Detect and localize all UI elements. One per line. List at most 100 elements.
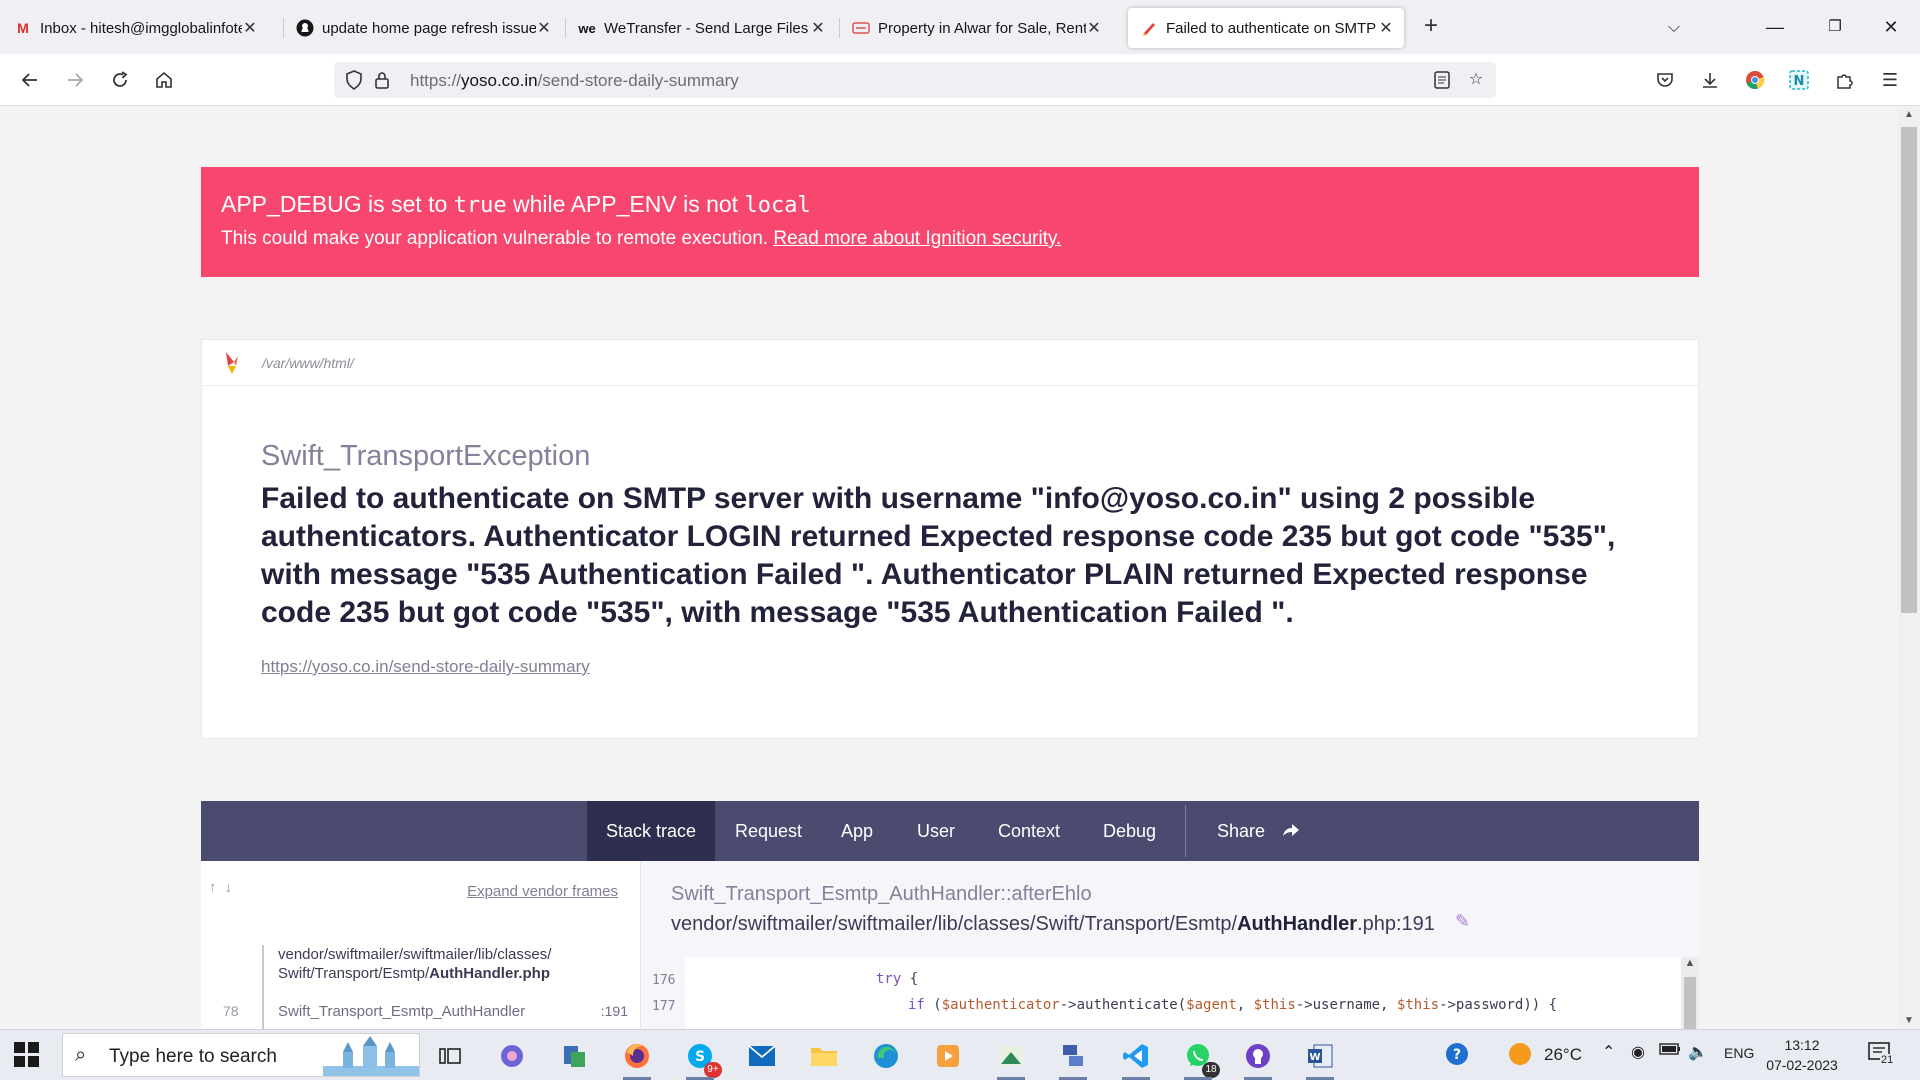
vscode-icon[interactable] bbox=[1118, 1038, 1154, 1080]
close-icon[interactable]: ✕ bbox=[1378, 18, 1394, 38]
notification-center-icon[interactable]: 21 bbox=[1866, 1040, 1895, 1073]
github-icon bbox=[296, 19, 314, 37]
media-player-icon[interactable] bbox=[930, 1038, 966, 1074]
tab-user[interactable]: User bbox=[898, 801, 974, 861]
scrollbar-thumb[interactable] bbox=[1684, 977, 1696, 1031]
selected-frame-file: vendor/swiftmailer/swiftmailer/lib/class… bbox=[671, 913, 1435, 935]
share-button[interactable]: Share bbox=[1198, 801, 1319, 861]
app-menu-icon[interactable]: ☰ bbox=[1876, 66, 1904, 94]
tracking-protection-shield-icon[interactable] bbox=[342, 68, 366, 92]
design-app-icon[interactable] bbox=[993, 1038, 1029, 1080]
tab-wetransfer[interactable]: we WeTransfer - Send Large Files & Share… bbox=[566, 8, 836, 48]
pocket-icon[interactable] bbox=[1651, 66, 1679, 94]
frame-path-line: vendor/swiftmailer/swiftmailer/lib/class… bbox=[278, 946, 552, 963]
search-placeholder: Type here to search bbox=[109, 1046, 277, 1067]
windows-start-icon[interactable] bbox=[14, 1042, 40, 1068]
scroll-up-arrow-icon[interactable]: ▲ bbox=[1898, 107, 1920, 123]
page-scrollbar[interactable]: ▲ ▼ bbox=[1898, 107, 1920, 1029]
tab-gmail-inbox[interactable]: M Inbox - hitesh@imgglobalinfotech.com ✕ bbox=[2, 8, 268, 48]
github-desktop-icon[interactable] bbox=[1240, 1038, 1276, 1080]
downloads-icon[interactable] bbox=[1696, 66, 1724, 94]
file-tool-app-icon[interactable] bbox=[556, 1038, 592, 1074]
bookmark-star-icon[interactable]: ☆ bbox=[1464, 68, 1488, 92]
system-clock[interactable]: 13:12 07-02-2023 bbox=[1762, 1035, 1842, 1075]
line-number: 177 bbox=[652, 999, 676, 1014]
network-tool-icon[interactable] bbox=[1055, 1038, 1091, 1080]
skype-icon[interactable]: S 9+ bbox=[682, 1038, 722, 1080]
whatsapp-icon[interactable]: 18 bbox=[1180, 1038, 1220, 1080]
frame-path-line: Swift/Transport/Esmtp/AuthHandler.php bbox=[278, 965, 550, 982]
navigation-toolbar: https://yoso.co.in/send-store-daily-summ… bbox=[0, 54, 1920, 106]
request-url-link[interactable]: https://yoso.co.in/send-store-daily-summ… bbox=[261, 657, 590, 677]
arrow-down-icon[interactable]: ↓ bbox=[225, 879, 233, 896]
tab-app[interactable]: App bbox=[822, 801, 892, 861]
true-value: true bbox=[453, 193, 507, 218]
home-button[interactable] bbox=[148, 64, 180, 96]
tab-label: update home page refresh issue bbox=[322, 19, 536, 37]
app-debug-key: APP_DEBUG bbox=[221, 191, 362, 217]
lock-icon[interactable] bbox=[370, 68, 394, 92]
file-explorer-icon[interactable] bbox=[806, 1038, 842, 1074]
language-indicator[interactable]: ENG bbox=[1724, 1045, 1754, 1061]
app-env-key: APP_ENV bbox=[570, 191, 677, 217]
list-all-tabs-button[interactable]: ⌵ bbox=[1660, 14, 1688, 42]
forward-button[interactable] bbox=[59, 64, 91, 96]
exception-message: Failed to authenticate on SMTP server wi… bbox=[261, 482, 1616, 629]
help-icon[interactable]: ? bbox=[1444, 1041, 1470, 1072]
scrollbar-thumb[interactable] bbox=[1901, 127, 1917, 613]
tab-context[interactable]: Context bbox=[979, 801, 1079, 861]
tab-property-alwar[interactable]: Property in Alwar for Sale, Rent ✕ bbox=[840, 8, 1112, 48]
banner-text: is set to bbox=[361, 191, 454, 217]
copilot-app-icon[interactable] bbox=[494, 1038, 530, 1074]
reload-button[interactable] bbox=[104, 64, 136, 96]
n-extension-icon[interactable]: N bbox=[1785, 66, 1813, 94]
frame-class[interactable]: Swift_Transport_Esmtp_AuthHandler bbox=[278, 1003, 525, 1020]
show-hidden-icons-chevron-icon[interactable]: ⌃ bbox=[1602, 1042, 1615, 1062]
notification-badge: 9+ bbox=[704, 1062, 722, 1078]
code-scrollbar[interactable]: ▲ bbox=[1681, 957, 1699, 1031]
chrome-extension-icon[interactable] bbox=[1741, 66, 1769, 94]
address-bar[interactable]: https://yoso.co.in/send-store-daily-summ… bbox=[334, 62, 1496, 98]
extensions-puzzle-icon[interactable] bbox=[1831, 66, 1859, 94]
clock-time: 13:12 bbox=[1784, 1037, 1820, 1053]
close-icon[interactable]: ✕ bbox=[1086, 18, 1102, 38]
banner-message: This could make your application vulnera… bbox=[221, 228, 1679, 250]
scroll-up-arrow-icon[interactable]: ▲ bbox=[1681, 957, 1699, 969]
tab-request[interactable]: Request bbox=[716, 801, 821, 861]
back-button[interactable] bbox=[14, 64, 46, 96]
tab-failed-smtp[interactable]: Failed to authenticate on SMTP server ✕ bbox=[1128, 8, 1404, 48]
frame-nav-arrows: ↑ ↓ bbox=[209, 879, 232, 896]
tab-label: Inbox - hitesh@imgglobalinfotech.com bbox=[40, 19, 242, 37]
share-label: Share bbox=[1217, 821, 1266, 841]
firefox-icon[interactable] bbox=[619, 1038, 655, 1080]
arrow-up-icon[interactable]: ↑ bbox=[209, 879, 217, 896]
reader-view-icon[interactable] bbox=[1430, 68, 1454, 92]
window-close-button[interactable]: ✕ bbox=[1868, 8, 1914, 46]
close-icon[interactable]: ✕ bbox=[810, 18, 826, 38]
pencil-edit-icon[interactable]: ✎ bbox=[1455, 911, 1470, 932]
restore-button[interactable]: ❐ bbox=[1812, 8, 1858, 46]
close-icon[interactable]: ✕ bbox=[536, 18, 552, 38]
scroll-down-arrow-icon[interactable]: ▼ bbox=[1898, 1013, 1920, 1029]
word-icon[interactable]: W bbox=[1302, 1038, 1338, 1080]
ignition-security-link[interactable]: Read more about Ignition security. bbox=[773, 228, 1061, 249]
edge-icon[interactable] bbox=[868, 1038, 904, 1074]
url-text[interactable]: https://yoso.co.in/send-store-daily-summ… bbox=[410, 71, 739, 91]
task-view-icon[interactable] bbox=[432, 1038, 468, 1074]
local-value: local bbox=[744, 193, 811, 218]
weather-temperature[interactable]: 26°C bbox=[1544, 1045, 1582, 1065]
new-tab-button[interactable]: + bbox=[1416, 12, 1446, 42]
taskbar-search-box[interactable]: ⌕ Type here to search bbox=[62, 1033, 420, 1077]
weather-sun-icon[interactable] bbox=[1508, 1042, 1532, 1071]
minimize-button[interactable]: — bbox=[1752, 8, 1798, 46]
volume-icon[interactable]: 🔈 bbox=[1688, 1042, 1708, 1062]
mail-icon[interactable] bbox=[744, 1038, 780, 1074]
close-icon[interactable]: ✕ bbox=[242, 18, 258, 38]
tab-github-issue[interactable]: update home page refresh issue ✕ bbox=[284, 8, 562, 48]
record-icon[interactable]: ◉ bbox=[1631, 1042, 1645, 1062]
tab-debug[interactable]: Debug bbox=[1084, 801, 1175, 861]
tab-stack-trace[interactable]: Stack trace bbox=[587, 801, 716, 861]
battery-icon[interactable] bbox=[1659, 1042, 1681, 1061]
banner-text: is not bbox=[676, 191, 745, 217]
expand-vendor-frames-link[interactable]: Expand vendor frames bbox=[467, 883, 618, 900]
